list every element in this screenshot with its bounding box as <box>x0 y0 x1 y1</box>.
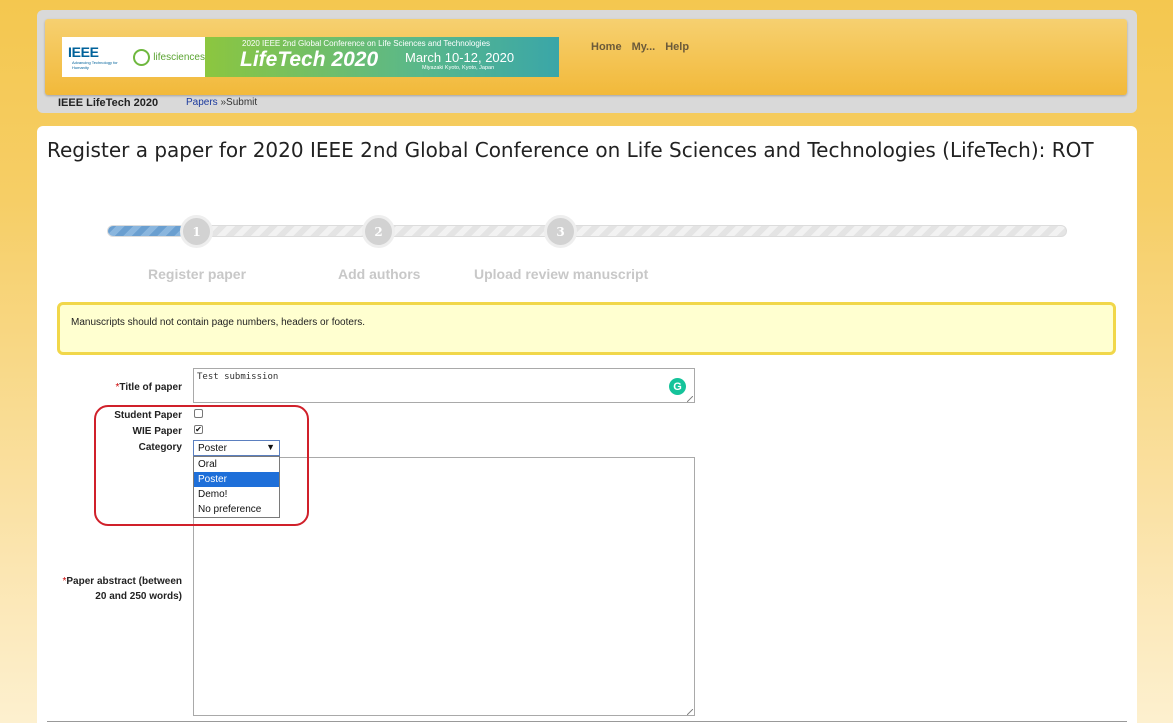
title-input[interactable]: Test submission <box>193 368 695 403</box>
progress-fill <box>108 226 185 236</box>
banner-event-dates: March 10-12, 2020 <box>405 50 515 65</box>
ieee-tagline: Advancing Technology for Humanity <box>72 60 118 70</box>
category-option-poster[interactable]: Poster <box>194 472 279 487</box>
step-label-upload-manuscript: Upload review manuscript <box>474 266 649 282</box>
nav-help-link[interactable]: Help <box>665 41 689 53</box>
ieee-logo-text: IEEE <box>68 44 99 60</box>
step-circle-3: 3 <box>544 215 577 248</box>
lifesciences-logo-text: lifesciences <box>153 51 205 63</box>
category-select-value: Poster <box>198 443 227 454</box>
breadcrumb-separator: » <box>217 97 227 108</box>
wie-paper-checkbox[interactable]: ✔ <box>194 425 203 434</box>
panel-divider <box>47 721 1127 722</box>
banner-conference-line: 2020 IEEE 2nd Global Conference on Life … <box>242 39 491 48</box>
top-nav: Home My... Help <box>591 41 689 53</box>
student-paper-label: Student Paper <box>114 410 182 421</box>
breadcrumb-current: Submit <box>226 97 258 108</box>
breadcrumb: Papers »Submit <box>186 97 257 108</box>
abstract-label-text: Paper abstract (between 20 and 250 words… <box>66 576 182 602</box>
category-option-no-preference[interactable]: No preference <box>194 502 279 517</box>
title-resize-grip-icon[interactable] <box>687 396 693 402</box>
nav-my-menu[interactable]: My... <box>632 41 656 53</box>
header-frame: IEEE Advancing Technology for Humanity l… <box>37 10 1137 113</box>
lifesciences-logo: lifesciences <box>133 48 205 66</box>
main-panel: Register a paper for 2020 IEEE 2nd Globa… <box>37 126 1137 723</box>
breadcrumb-papers-link[interactable]: Papers <box>186 97 218 108</box>
banner-venue: Miyazaki Kyoto, Kyoto, Japan <box>422 65 495 71</box>
step-label-register-paper: Register paper <box>148 266 247 282</box>
header-bar: IEEE Advancing Technology for Humanity l… <box>45 19 1127 95</box>
category-select[interactable]: Poster ▼ <box>193 440 280 456</box>
step-circle-2: 2 <box>362 215 395 248</box>
step-label-add-authors: Add authors <box>338 266 421 282</box>
category-label: Category <box>138 442 182 453</box>
checkmark-icon: ✔ <box>195 425 202 434</box>
category-dropdown-list: Oral Poster Demo! No preference <box>193 456 280 518</box>
conference-banner[interactable]: IEEE Advancing Technology for Humanity l… <box>62 37 559 77</box>
step-circle-1: 1 <box>180 215 213 248</box>
category-option-oral[interactable]: Oral <box>194 457 279 472</box>
banner-event-name: LifeTech 2020 <box>240 48 379 71</box>
nav-home-link[interactable]: Home <box>591 41 622 53</box>
abstract-label: *Paper abstract (between 20 and 250 word… <box>52 574 182 604</box>
site-name: IEEE LifeTech 2020 <box>58 97 159 109</box>
lifesciences-emblem-icon <box>133 48 151 66</box>
title-label: *Title of paper <box>115 380 182 395</box>
banner-logos: IEEE Advancing Technology for Humanity l… <box>62 37 205 77</box>
abstract-resize-grip-icon[interactable] <box>687 709 693 715</box>
grammarly-icon[interactable]: G <box>669 378 686 395</box>
student-paper-checkbox[interactable] <box>194 409 203 418</box>
wie-paper-label: WIE Paper <box>132 426 182 437</box>
notice-box: Manuscripts should not contain page numb… <box>57 302 1116 355</box>
category-option-demo[interactable]: Demo! <box>194 487 279 502</box>
notice-text: Manuscripts should not contain page numb… <box>71 317 366 328</box>
progress-track <box>107 225 1067 237</box>
ieee-logo: IEEE Advancing Technology for Humanity <box>68 44 127 70</box>
dropdown-arrow-icon: ▼ <box>266 442 275 452</box>
page-title: Register a paper for 2020 IEEE 2nd Globa… <box>47 138 1094 162</box>
banner-event-info: 2020 IEEE 2nd Global Conference on Life … <box>205 37 559 77</box>
title-label-text: Title of paper <box>119 382 182 393</box>
